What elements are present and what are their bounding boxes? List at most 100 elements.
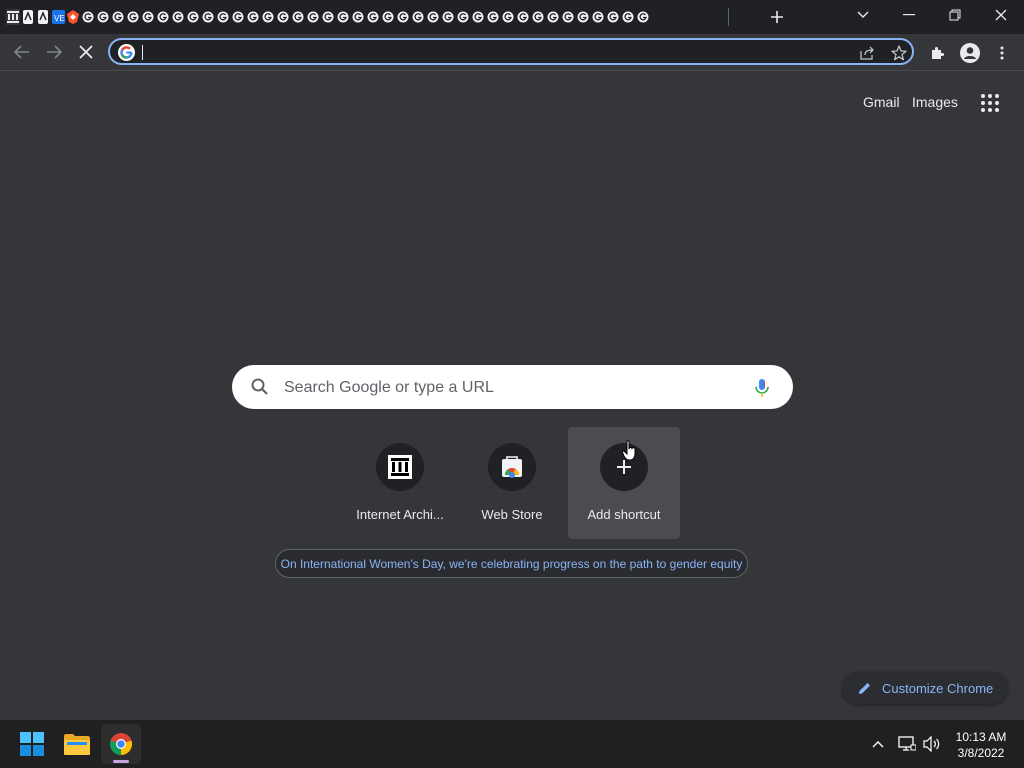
google-favicon-icon (487, 11, 499, 23)
google-favicon-icon (442, 11, 454, 23)
tab-google[interactable] (321, 9, 335, 25)
tab-google[interactable] (186, 9, 200, 25)
tab-google[interactable] (606, 9, 620, 25)
show-hidden-icons-button[interactable] (868, 733, 888, 755)
restore-button[interactable] (932, 0, 978, 30)
tab-google[interactable] (366, 9, 380, 25)
tab-search-button[interactable] (840, 0, 886, 30)
chrome-taskbar-button[interactable] (101, 724, 141, 764)
tab-vlc[interactable]: VE (51, 9, 65, 25)
tab-google[interactable] (576, 9, 590, 25)
close-icon (995, 9, 1007, 21)
google-favicon-icon (547, 11, 559, 23)
start-button[interactable] (12, 724, 52, 764)
close-icon (79, 45, 93, 59)
google-favicon-icon (457, 11, 469, 23)
tab-google[interactable] (591, 9, 605, 25)
network-status-button[interactable] (896, 733, 918, 755)
tab-google[interactable] (216, 9, 230, 25)
title-bar: VE (0, 0, 1024, 34)
arrow-right-icon (47, 45, 62, 59)
search-placeholder: Search Google or type a URL (284, 379, 494, 396)
extensions-button[interactable] (926, 41, 950, 65)
google-favicon-icon (607, 11, 619, 23)
google-favicon-icon (322, 11, 334, 23)
tab-google[interactable] (561, 9, 575, 25)
search-box[interactable]: Search Google or type a URL (232, 365, 793, 409)
tab-google[interactable] (486, 9, 500, 25)
tab-wayback[interactable] (21, 9, 35, 25)
gmail-link[interactable]: Gmail (863, 94, 900, 110)
bookmark-star-button[interactable] (889, 43, 909, 63)
tab-google[interactable] (156, 9, 170, 25)
tab-google[interactable] (426, 9, 440, 25)
tab-google[interactable] (126, 9, 140, 25)
back-button[interactable] (9, 39, 35, 65)
tab-google[interactable] (231, 9, 245, 25)
tab-google[interactable] (471, 9, 485, 25)
active-app-indicator (113, 760, 129, 763)
google-favicon-icon (592, 11, 604, 23)
stop-loading-button[interactable] (73, 39, 99, 65)
tab-google[interactable] (441, 9, 455, 25)
forward-button[interactable] (41, 39, 67, 65)
minimize-button[interactable] (886, 0, 932, 30)
tab-google[interactable] (621, 9, 635, 25)
google-favicon-icon (157, 11, 169, 23)
google-favicon-icon (277, 11, 289, 23)
tab-google[interactable] (546, 9, 560, 25)
share-button[interactable] (857, 43, 877, 63)
volume-button[interactable] (921, 733, 943, 755)
chrome-menu-button[interactable] (990, 41, 1014, 65)
images-link[interactable]: Images (912, 94, 958, 110)
tab-internet-archive[interactable] (6, 9, 20, 25)
google-favicon-icon (412, 11, 424, 23)
chrome-web-store-icon (502, 456, 522, 478)
tab-google[interactable] (261, 9, 275, 25)
tab-google[interactable] (96, 9, 110, 25)
brave-icon (67, 10, 79, 24)
google-favicon-icon (232, 11, 244, 23)
arrow-left-icon (14, 45, 29, 59)
tab-google[interactable] (111, 9, 125, 25)
tab-brave[interactable] (66, 9, 80, 25)
tab-google[interactable] (81, 9, 95, 25)
tab-google[interactable] (246, 9, 260, 25)
doodle-promo-link[interactable]: On International Women's Day, we're cele… (275, 549, 748, 578)
file-explorer-button[interactable] (57, 724, 97, 764)
google-apps-button[interactable] (978, 91, 1002, 115)
puzzle-icon (932, 47, 944, 59)
tab-google[interactable] (171, 9, 185, 25)
tab-google[interactable] (411, 9, 425, 25)
tab-google[interactable] (291, 9, 305, 25)
tab-google[interactable] (276, 9, 290, 25)
tab-google[interactable] (531, 9, 545, 25)
tab-google[interactable] (306, 9, 320, 25)
tab-google[interactable] (636, 9, 650, 25)
profile-button[interactable] (958, 41, 982, 65)
tab-google[interactable] (201, 9, 215, 25)
customize-chrome-button[interactable]: Customize Chrome (842, 672, 1008, 704)
tab-google[interactable] (336, 9, 350, 25)
google-favicon-icon (352, 11, 364, 23)
system-clock[interactable]: 10:13 AM 3/8/2022 (945, 729, 1017, 761)
tab-google[interactable] (456, 9, 470, 25)
tab-google[interactable] (516, 9, 530, 25)
tab-google[interactable] (351, 9, 365, 25)
new-tab-button[interactable] (765, 5, 789, 29)
microphone-icon[interactable] (754, 377, 770, 399)
tab-google[interactable] (381, 9, 395, 25)
chevron-up-icon (872, 741, 884, 748)
close-window-button[interactable] (978, 0, 1024, 30)
shortcut-internet-archive[interactable]: Internet Archi... (344, 427, 456, 539)
google-favicon-icon (427, 11, 439, 23)
tab-wayback-2[interactable] (36, 9, 50, 25)
shortcut-web-store[interactable]: Web Store (456, 427, 568, 539)
tab-google[interactable] (396, 9, 410, 25)
address-bar[interactable] (108, 38, 914, 65)
chrome-icon (109, 733, 133, 756)
google-favicon-icon (367, 11, 379, 23)
shortcut-icon-container (376, 443, 424, 491)
tab-google[interactable] (141, 9, 155, 25)
tab-google[interactable] (501, 9, 515, 25)
